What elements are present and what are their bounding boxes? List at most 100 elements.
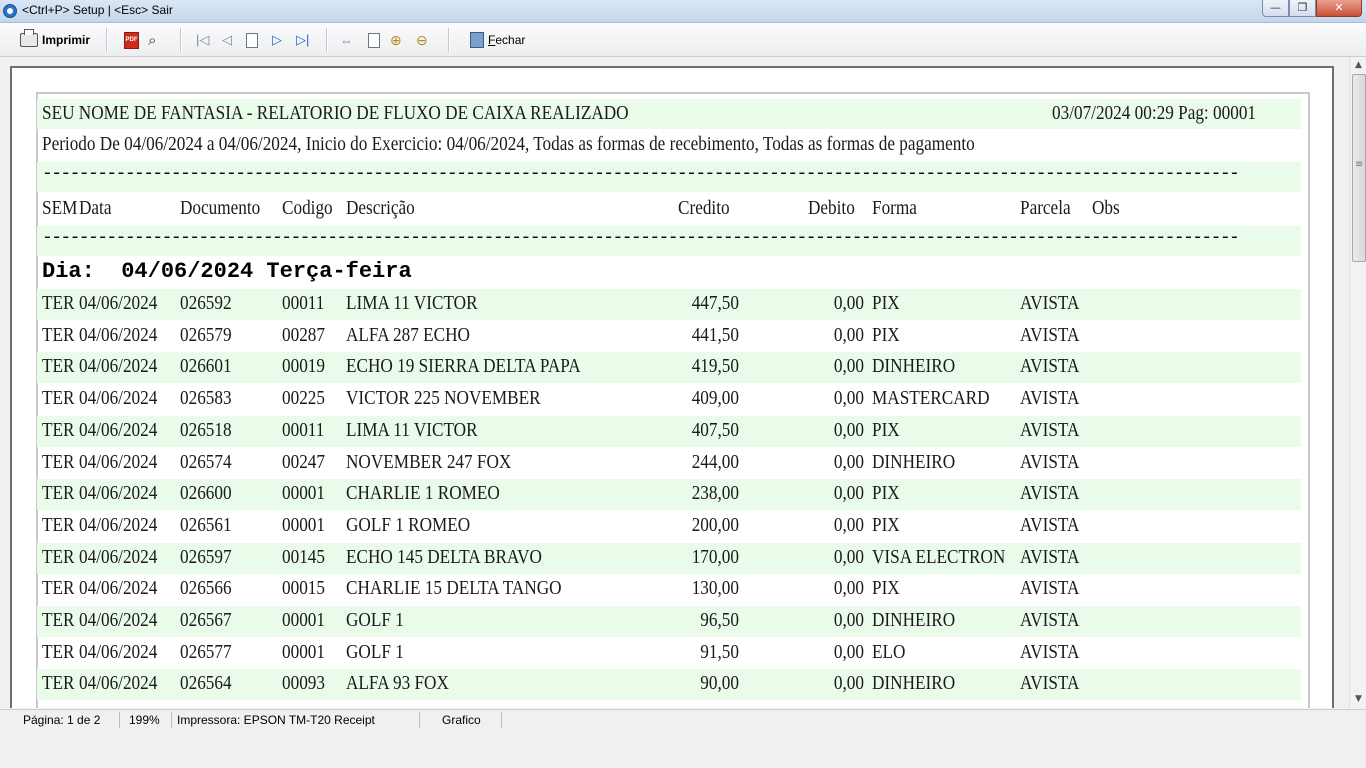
cell-parcela: AVISTA [1020,355,1080,377]
cell-codigo: 00001 [282,641,325,663]
last-page-button[interactable]: ▷| [296,29,309,51]
cell-codigo: 00001 [282,482,325,504]
cell-forma: PIX [872,324,900,346]
cell-sem: TER [42,514,75,536]
status-printer: Impressora: EPSON TM-T20 Receipt [174,712,420,728]
cell-codigo: 00225 [282,387,325,409]
whole-page-button[interactable] [368,29,380,51]
previous-page-icon: ◁ [222,32,232,47]
zoom-out-icon: ⊖ [416,31,428,48]
cell-debito: 0,00 [833,387,864,409]
print-label: Imprimir [42,33,91,47]
scroll-thumb[interactable] [1352,74,1366,262]
cell-debito: 0,00 [833,514,864,536]
cell-documento: 026597 [180,546,232,568]
goto-page-button[interactable] [246,29,258,51]
cell-descricao: GOLF 1 [346,609,404,631]
minimize-button[interactable]: — [1262,0,1289,17]
cell-credito: 447,50 [691,292,739,314]
cell-codigo: 00145 [282,546,325,568]
cell-data: 04/06/2024 [79,514,158,536]
cell-sem: TER [42,355,75,377]
close-button[interactable]: ✕ [1316,0,1362,17]
cell-codigo: 00019 [282,355,325,377]
page-width-button[interactable]: ⇔ [340,29,353,51]
cell-credito: 130,00 [691,577,739,599]
col-sem: SEM [42,197,78,219]
table-row: TER 04/06/2024 026566 00015 CHARLIE 15 DELTA… [37,574,1301,605]
goto-page-icon [246,32,258,48]
scroll-down-icon[interactable]: ▼ [1350,691,1366,708]
day-header: Dia: 04/06/2024 Terça-feira [42,259,412,284]
col-documento: Documento [180,197,261,219]
cell-debito: 0,00 [833,292,864,314]
scroll-up-icon[interactable]: ▲ [1350,57,1366,74]
cell-debito: 0,00 [833,419,864,441]
cell-data: 04/06/2024 [79,577,158,599]
cell-forma: DINHEIRO [872,672,956,694]
cell-documento: 026566 [180,577,232,599]
zoom-out-button[interactable]: ⊖ [416,29,428,51]
col-data: Data [79,197,112,219]
cell-sem: TER [42,546,75,568]
title-bar: <Ctrl+P> Setup | <Esc> Sair — ❐ ✕ [0,0,1366,23]
cell-documento: 026583 [180,387,232,409]
close-report-button[interactable]: Fechar [470,29,525,51]
cell-forma: PIX [872,514,900,536]
cell-credito: 419,50 [691,355,739,377]
cell-codigo: 00287 [282,324,325,346]
export-pdf-button[interactable]: PDF [124,29,139,51]
cell-debito: 0,00 [833,546,864,568]
table-row: TER 04/06/2024 026601 00019 ECHO 19 SIERRA D… [37,352,1301,383]
cell-data: 04/06/2024 [79,609,158,631]
first-page-button[interactable]: |◁ [196,29,209,51]
first-page-icon: |◁ [196,32,210,47]
find-button[interactable]: ⌕ [148,29,156,51]
cell-credito: 238,00 [691,482,739,504]
report-viewport[interactable]: SEU NOME DE FANTASIA - RELATORIO DE FLUX… [0,57,1366,708]
col-debito: Debito [808,197,855,219]
cell-forma: DINHEIRO [872,355,956,377]
col-obs: Obs [1092,197,1120,219]
cell-parcela: AVISTA [1020,672,1080,694]
pdf-icon: PDF [124,31,139,49]
cell-descricao: LIMA 11 VICTOR [346,419,478,441]
vertical-scrollbar[interactable]: ▲ ▼ [1349,57,1366,708]
cell-forma: PIX [872,577,900,599]
report-period-band: Periodo De 04/06/2024 a 04/06/2024, Inic… [37,130,1301,160]
table-row: TER 04/06/2024 026561 00001 GOLF 1 ROMEO 200,… [37,511,1301,542]
cell-debito: 0,00 [833,482,864,504]
cell-forma: ELO [872,641,906,663]
cell-parcela: AVISTA [1020,641,1080,663]
next-page-button[interactable]: ▷ [272,29,282,51]
maximize-button[interactable]: ❐ [1289,0,1316,17]
column-header-band: SEM Data Documento Codigo Descrição Cred… [37,194,1301,224]
cell-descricao: GOLF 1 [346,641,404,663]
binoculars-icon: ⌕ [148,31,157,49]
table-row: TER 04/06/2024 026592 00011 LIMA 11 VICTOR 44… [37,289,1301,320]
cell-codigo: 00015 [282,577,325,599]
cell-debito: 0,00 [833,577,864,599]
cell-data: 04/06/2024 [79,419,158,441]
col-descricao: Descrição [346,197,415,219]
previous-page-button[interactable]: ◁ [222,29,232,51]
cell-codigo: 00011 [282,419,325,441]
table-row: TER 04/06/2024 026583 00225 VICTOR 225 NOVEM… [37,384,1301,415]
zoom-in-button[interactable]: ⊕ [390,29,402,51]
close-report-label: Fechar [488,33,526,47]
cell-forma: PIX [872,292,900,314]
cell-documento: 026561 [180,514,232,536]
cell-data: 04/06/2024 [79,546,158,568]
page-width-icon: ⇔ [340,32,353,48]
toolbar-separator [326,28,328,52]
cell-parcela: AVISTA [1020,609,1080,631]
table-row: TER 04/06/2024 026579 00287 ALFA 287 ECHO 441… [37,321,1301,352]
table-row: TER 04/06/2024 026597 00145 ECHO 145 DELTA B… [37,543,1301,574]
cell-descricao: ECHO 145 DELTA BRAVO [346,546,542,568]
cell-parcela: AVISTA [1020,292,1080,314]
status-page: Página: 1 de 2 [20,712,120,728]
cell-sem: TER [42,324,75,346]
print-button[interactable]: Imprimir [20,29,90,51]
cell-parcela: AVISTA [1020,419,1080,441]
day-header-band: Dia: 04/06/2024 Terça-feira [37,257,1301,288]
